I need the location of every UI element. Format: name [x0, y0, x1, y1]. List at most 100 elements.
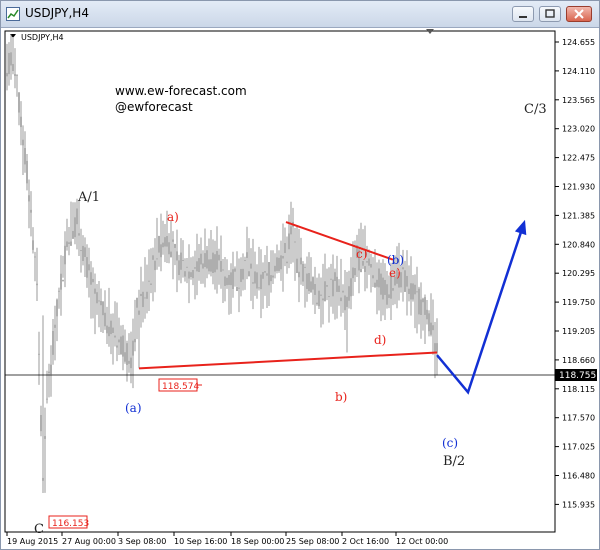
- candle-body: [242, 268, 244, 280]
- candle-body: [58, 290, 60, 292]
- candle-body: [366, 261, 368, 263]
- candle-body: [312, 277, 314, 290]
- candle-body: [286, 261, 288, 264]
- candle-body: [278, 257, 280, 271]
- wave-label-B2: B/2: [443, 454, 465, 469]
- candle-body: [328, 296, 330, 298]
- candle-body: [40, 414, 42, 432]
- candle-body: [238, 287, 240, 289]
- candle-body: [418, 288, 420, 315]
- candle-body: [136, 297, 138, 308]
- candle-body: [160, 244, 162, 258]
- price-tick-label: 120.295: [562, 269, 595, 278]
- candle-body: [302, 263, 304, 282]
- candle-body: [232, 269, 234, 290]
- candle-body: [68, 242, 70, 245]
- candle-body: [288, 233, 290, 250]
- candle-body: [106, 325, 108, 334]
- candle-body: [370, 264, 372, 268]
- time-tick-label: 2 Oct 16:00: [342, 537, 389, 546]
- price-tick-label: 117.570: [562, 414, 595, 423]
- candle-body: [324, 281, 326, 302]
- candle-body: [92, 278, 94, 283]
- candle-body: [182, 260, 184, 262]
- candle-body: [296, 258, 298, 274]
- candle-body: [226, 277, 228, 286]
- candle-body: [120, 336, 122, 355]
- time-tick-label: 3 Sep 08:00: [118, 537, 166, 546]
- candle-body: [156, 258, 158, 260]
- candle-body: [90, 272, 92, 285]
- candle-body: [48, 371, 50, 374]
- tag-low-c: 116.153: [48, 515, 89, 529]
- candle-body: [108, 326, 110, 337]
- candle-body: [432, 325, 434, 331]
- price-chart[interactable]: USDJPY,H4 124.655124.110123.565123.02012…: [1, 27, 599, 549]
- candle-body: [76, 208, 78, 225]
- minimize-button[interactable]: [512, 6, 534, 22]
- candle-body: [346, 296, 348, 307]
- candle-body: [32, 240, 34, 250]
- candle-body: [386, 284, 388, 305]
- candle-body: [142, 291, 144, 308]
- candle-body: [342, 290, 344, 293]
- candle-body: [166, 236, 168, 247]
- candle-body: [84, 247, 86, 258]
- candle-body: [180, 252, 182, 270]
- candle-body: [30, 209, 32, 213]
- time-tick-label: 19 Aug 2015: [7, 537, 58, 546]
- price-axis[interactable]: 124.655 124.110 123.565 123.020 122.475 121.9…: [555, 38, 595, 509]
- candle-body: [330, 278, 332, 280]
- candle-body: [290, 226, 292, 235]
- candle-body: [134, 338, 136, 343]
- title-bar[interactable]: USDJPY,H4: [1, 1, 599, 28]
- candle-body: [282, 255, 284, 259]
- candle-body: [8, 52, 10, 75]
- candle-body: [112, 327, 114, 333]
- candle-body: [412, 283, 414, 300]
- candle-body: [350, 278, 352, 297]
- symbol-label: USDJPY,H4: [21, 33, 64, 42]
- candle-body: [382, 277, 384, 300]
- candle-body: [164, 237, 166, 247]
- candle-body: [170, 251, 172, 258]
- candle-body: [376, 279, 378, 287]
- price-tick-label: 117.025: [562, 443, 595, 452]
- candle-body: [10, 52, 12, 66]
- wave-label-b-blue: (b): [387, 253, 404, 267]
- candle-body: [308, 273, 310, 292]
- candle-body: [34, 256, 36, 258]
- candle-body: [338, 285, 340, 293]
- candle-body: [230, 272, 232, 286]
- candle-body: [388, 294, 390, 298]
- candle-body: [406, 275, 408, 287]
- candle-body: [146, 291, 148, 299]
- candle-body: [158, 235, 160, 253]
- candle-body: [428, 313, 430, 332]
- candle-body: [138, 310, 140, 315]
- candle-body: [384, 279, 386, 295]
- candle-body: [354, 268, 356, 276]
- chart-window: USDJPY,H4 USDJPY,H4 124.655 124.110 123.56…: [0, 0, 600, 550]
- time-axis[interactable]: 19 Aug 2015 27 Aug 00:00 3 Sep 08:00 10 Sep…: [6, 532, 448, 546]
- candle-body: [24, 147, 26, 165]
- candle-body: [252, 282, 254, 284]
- price-tick-label: 118.660: [562, 356, 595, 365]
- candle-body: [430, 322, 432, 335]
- maximize-button[interactable]: [539, 6, 561, 22]
- candle-body: [78, 233, 80, 236]
- watermark-site: www.ew-forecast.com: [115, 84, 247, 98]
- candle-body: [414, 284, 416, 295]
- candle-body: [168, 242, 170, 255]
- candle-body: [310, 281, 312, 293]
- candle-body: [60, 273, 62, 290]
- candle-body: [186, 266, 188, 268]
- window-title: USDJPY,H4: [25, 6, 89, 20]
- candle-body: [118, 339, 120, 343]
- candle-body: [298, 271, 300, 278]
- time-tick-label: 18 Sep 00:00: [231, 537, 284, 546]
- close-button[interactable]: [566, 6, 592, 22]
- candle-body: [94, 288, 96, 294]
- price-tick-label: 119.205: [562, 327, 595, 336]
- candle-body: [426, 309, 428, 320]
